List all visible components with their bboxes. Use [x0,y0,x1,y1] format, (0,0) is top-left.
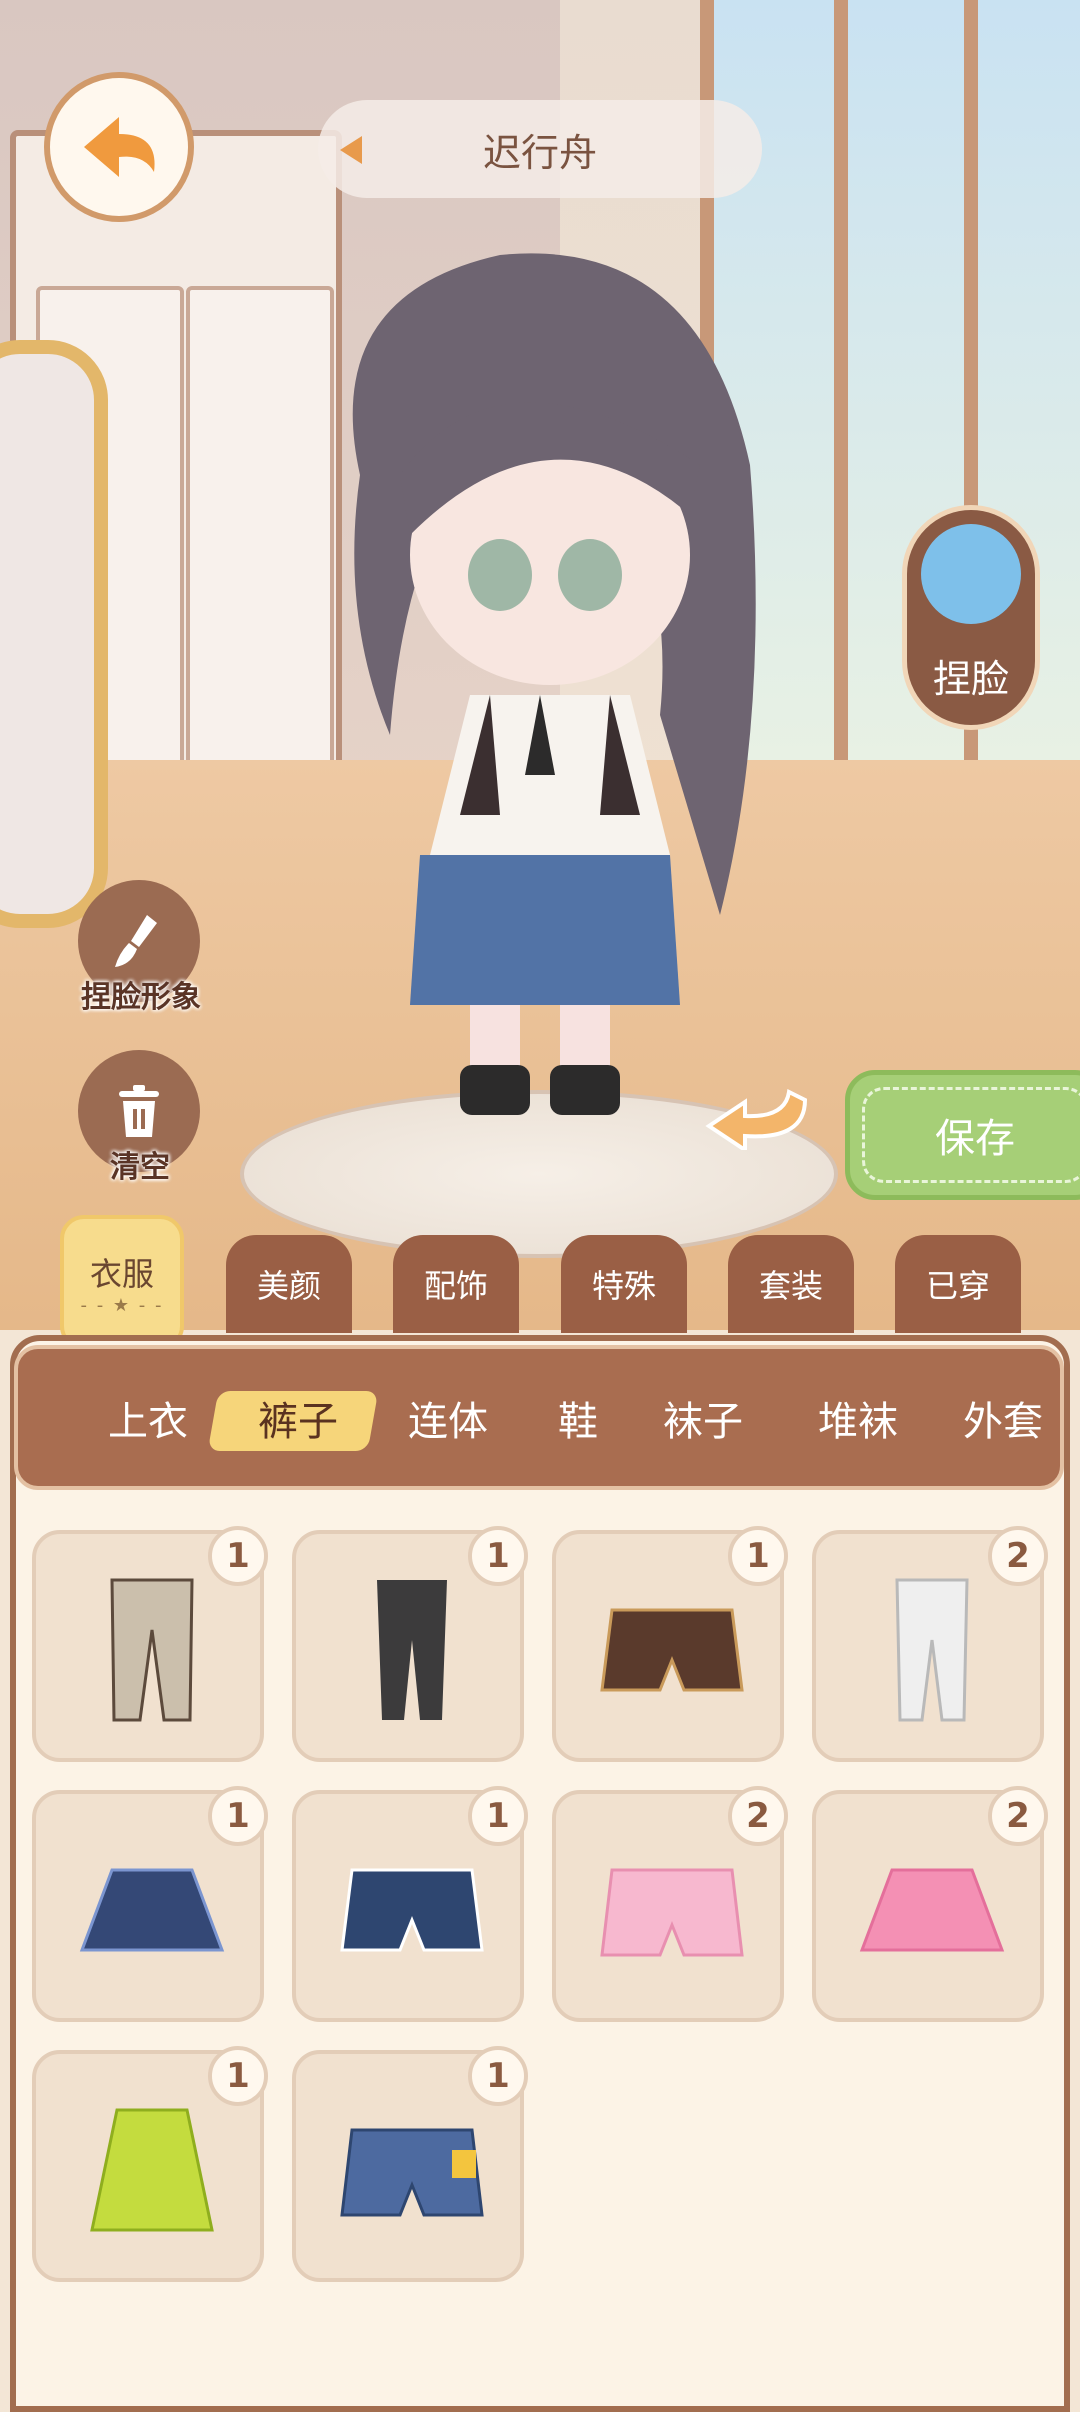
mirror [0,340,108,928]
count-badge: 1 [208,2046,268,2106]
item-white-lace-pants[interactable]: 2 [812,1526,1048,1762]
count-badge: 1 [208,1786,268,1846]
face-avatar-icon [921,524,1021,624]
lime-skirt-icon [90,2108,214,2232]
brush-icon [115,915,157,967]
count-badge: 1 [208,1526,268,1586]
subtab-label: 外套 [963,1398,1043,1445]
dressing-room-scene: 迟行舟 捏脸 捏脸形象 清空 保存 [0,0,1080,1330]
subtab-label: 袜子 [663,1398,743,1445]
tab-accessories[interactable]: 配饰 [393,1235,519,1333]
category-tabs: 衣服 - - ★ - - 美颜 配饰 特殊 套装 已穿 [0,1215,1080,1350]
navy-shorts-icon [340,1868,484,1952]
item-brown-shorts[interactable]: 1 [552,1526,788,1762]
pink-shorts-icon [600,1868,744,1957]
white-pants-icon [895,1578,969,1722]
clear-label: 清空 [110,1150,170,1185]
tab-wearing[interactable]: 已穿 [895,1235,1021,1333]
face-edit-button[interactable]: 捏脸 [902,505,1040,730]
item-denim-patch-shorts[interactable]: 1 [292,2046,528,2282]
subtab-leg-warmers[interactable]: 堆袜 [788,1349,928,1486]
tab-label: 衣服 [89,1255,154,1293]
tab-label: 套装 [758,1267,823,1305]
count-badge: 1 [468,1526,528,1586]
rotate-icon[interactable] [705,1070,815,1150]
subtab-jumpsuit[interactable]: 连体 [383,1349,513,1486]
navy-skirt-icon [79,1868,225,1952]
subtab-label: 鞋 [558,1398,598,1445]
item-navy-shorts[interactable]: 1 [292,1786,528,2022]
tab-clothes[interactable]: 衣服 - - ★ - - [60,1215,184,1350]
plaid-pants-icon [110,1578,194,1722]
face-edit-label: 捏脸 [932,657,1009,701]
tab-beauty[interactable]: 美颜 [226,1235,352,1333]
subtab-label: 上衣 [108,1398,188,1445]
subtab-pants[interactable]: 裤子 [207,1349,379,1486]
tab-label: 美颜 [256,1267,321,1305]
trash-icon [119,1085,159,1137]
subtab-shoes[interactable]: 鞋 [528,1349,628,1486]
item-plaid-pants[interactable]: 1 [32,1526,268,1762]
item-pink-shorts[interactable]: 2 [552,1786,788,2022]
tab-outfits[interactable]: 套装 [728,1235,854,1333]
window-bar [834,0,848,760]
character-name-bar[interactable]: 迟行舟 [318,100,762,198]
save-button[interactable]: 保存 [845,1070,1080,1200]
tab-label: 配饰 [423,1267,488,1305]
subcategory-bar: 上衣 裤子 连体 鞋 袜子 堆袜 外套 [14,1345,1064,1490]
tab-special[interactable]: 特殊 [561,1235,687,1333]
character-avatar[interactable] [300,215,780,1115]
count-badge: 1 [468,1786,528,1846]
denim-shorts-icon [340,2128,484,2217]
item-pink-plaid-skirt[interactable]: 2 [812,1786,1048,2022]
pink-skirt-icon [859,1868,1005,1952]
back-button[interactable] [44,72,194,222]
face-style-label: 捏脸形象 [81,980,201,1015]
subtab-socks[interactable]: 袜子 [638,1349,768,1486]
brown-shorts-icon [600,1608,744,1692]
character-name: 迟行舟 [482,130,597,175]
subtab-label: 连体 [408,1398,488,1445]
count-badge: 2 [728,1786,788,1846]
tab-label: 特殊 [591,1267,656,1305]
subtab-coats[interactable]: 外套 [938,1349,1068,1486]
black-pants-icon [377,1580,447,1720]
item-lime-skirt[interactable]: 1 [32,2046,268,2282]
star-icon: - - ★ - - [80,1295,164,1316]
item-black-pants[interactable]: 1 [292,1526,528,1762]
caret-left-icon [340,136,362,164]
save-label: 保存 [935,1116,1015,1162]
back-arrow-icon [84,117,155,177]
count-badge: 2 [988,1786,1048,1846]
tab-label: 已穿 [925,1267,990,1305]
count-badge: 2 [988,1526,1048,1586]
subtab-tops[interactable]: 上衣 [88,1349,208,1486]
subtab-label: 堆袜 [818,1398,898,1445]
count-badge: 1 [468,2046,528,2106]
subtab-label: 裤子 [258,1398,338,1445]
count-badge: 1 [728,1526,788,1586]
item-navy-pleated-skirt[interactable]: 1 [32,1786,268,2022]
